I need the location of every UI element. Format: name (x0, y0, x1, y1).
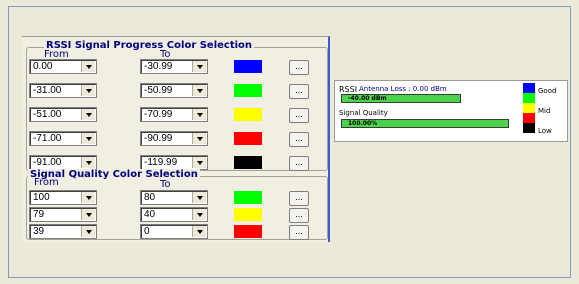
quality-progress-bar: 100.00% (341, 119, 509, 128)
quality_group-from-combo[interactable]: 39 (29, 224, 97, 239)
quality-value: 100.00% (348, 120, 378, 127)
rssi-progress-bar: -40.00 dBm (341, 94, 461, 103)
color-selection-panel: RSSI Signal Progress Color Selection Fro… (22, 36, 330, 242)
legend-swatch (523, 93, 535, 103)
legend-swatch (523, 83, 535, 93)
rssi_group-from-combo-value: -51.00 (33, 109, 62, 120)
rssi_group-from-combo[interactable]: -31.00 (29, 83, 97, 98)
dropdown-arrow-icon[interactable] (192, 192, 206, 203)
dropdown-arrow-icon[interactable] (81, 226, 95, 237)
color-swatch[interactable] (234, 191, 262, 204)
rssi_group-from-combo-value: 0.00 (33, 61, 53, 72)
color-swatch[interactable] (234, 156, 262, 169)
browse-color-button[interactable]: ... (289, 60, 309, 75)
quality_group-from-combo-value: 39 (33, 226, 45, 237)
dropdown-arrow-icon[interactable] (192, 157, 206, 168)
browse-color-button[interactable]: ... (289, 108, 309, 123)
dropdown-arrow-icon[interactable] (81, 61, 95, 72)
rssi_group-from-combo-value: -31.00 (33, 85, 62, 96)
rssi_group-from-combo[interactable]: -51.00 (29, 107, 97, 122)
color-swatch[interactable] (234, 208, 262, 221)
browse-color-button[interactable]: ... (289, 132, 309, 147)
rssi_group-to-combo-value: -30.99 (144, 61, 173, 72)
rssi_group-to-combo-value: -70.99 (144, 109, 173, 120)
rssi_group-from-combo[interactable]: -91.00 (29, 155, 97, 170)
rssi_group-to-combo[interactable]: -30.99 (140, 59, 208, 74)
quality_group-to-combo-value: 40 (144, 209, 156, 220)
legend-swatch (523, 103, 535, 113)
rssi-value: -40.00 dBm (348, 95, 387, 102)
rssi_group-to-combo[interactable]: -119.99 (140, 155, 208, 170)
rssi-preview-label: RSSI (339, 85, 358, 94)
legend-label: Mid (538, 107, 551, 115)
quality_group-to-combo-value: 80 (144, 192, 156, 203)
quality_group-from-combo[interactable]: 79 (29, 207, 97, 222)
rssi_group-to-combo[interactable]: -70.99 (140, 107, 208, 122)
rssi_group-to-combo-value: -90.99 (144, 133, 173, 144)
rssi_group-to-combo[interactable]: -90.99 (140, 131, 208, 146)
dropdown-arrow-icon[interactable] (192, 61, 206, 72)
browse-color-button[interactable]: ... (289, 156, 309, 171)
rssi_group-from-combo[interactable]: -71.00 (29, 131, 97, 146)
dropdown-arrow-icon[interactable] (81, 157, 95, 168)
rssi-group-title: RSSI Signal Progress Color Selection (44, 40, 255, 51)
rssi_group-to-combo-value: -119.99 (144, 157, 178, 168)
quality_group-from-combo-value: 79 (33, 209, 45, 220)
dropdown-arrow-icon[interactable] (192, 226, 206, 237)
dropdown-arrow-icon[interactable] (81, 109, 95, 120)
quality_group-to-combo[interactable]: 80 (140, 190, 208, 205)
dropdown-arrow-icon[interactable] (81, 85, 95, 96)
browse-color-button[interactable]: ... (289, 208, 309, 223)
signal-preview-panel: RSSI Antenna Loss : 0.00 dBm -40.00 dBm … (334, 80, 568, 142)
signal-quality-label: Signal Quality (339, 109, 388, 117)
browse-color-button[interactable]: ... (289, 84, 309, 99)
rssi_group-from-combo-value: -71.00 (33, 133, 62, 144)
quality_group-from-combo[interactable]: 100 (29, 190, 97, 205)
quality_group-to-combo-value: 0 (144, 226, 150, 237)
dropdown-arrow-icon[interactable] (192, 85, 206, 96)
rssi_group-to-combo-value: -50.99 (144, 85, 173, 96)
antenna-loss-label: Antenna Loss : 0.00 dBm (359, 85, 447, 93)
quality-to-label: To (160, 179, 171, 190)
rssi_group-from-combo[interactable]: 0.00 (29, 59, 97, 74)
legend-swatch (523, 123, 535, 133)
dropdown-arrow-icon[interactable] (192, 209, 206, 220)
browse-color-button[interactable]: ... (289, 191, 309, 206)
color-swatch[interactable] (234, 225, 262, 238)
legend-label: Good (538, 87, 557, 95)
color-swatch[interactable] (234, 60, 262, 73)
dropdown-arrow-icon[interactable] (81, 192, 95, 203)
quality-from-label: From (34, 177, 59, 188)
color-swatch[interactable] (234, 84, 262, 97)
legend-label: Low (538, 127, 552, 135)
dropdown-arrow-icon[interactable] (81, 133, 95, 144)
color-swatch[interactable] (234, 108, 262, 121)
quality_group-to-combo[interactable]: 40 (140, 207, 208, 222)
quality_group-from-combo-value: 100 (33, 192, 50, 203)
legend-swatch (523, 113, 535, 123)
dropdown-arrow-icon[interactable] (192, 109, 206, 120)
rssi_group-from-combo-value: -91.00 (33, 157, 62, 168)
color-swatch[interactable] (234, 132, 262, 145)
rssi_group-to-combo[interactable]: -50.99 (140, 83, 208, 98)
quality_group-to-combo[interactable]: 0 (140, 224, 208, 239)
browse-color-button[interactable]: ... (289, 225, 309, 240)
dropdown-arrow-icon[interactable] (192, 133, 206, 144)
dropdown-arrow-icon[interactable] (81, 209, 95, 220)
